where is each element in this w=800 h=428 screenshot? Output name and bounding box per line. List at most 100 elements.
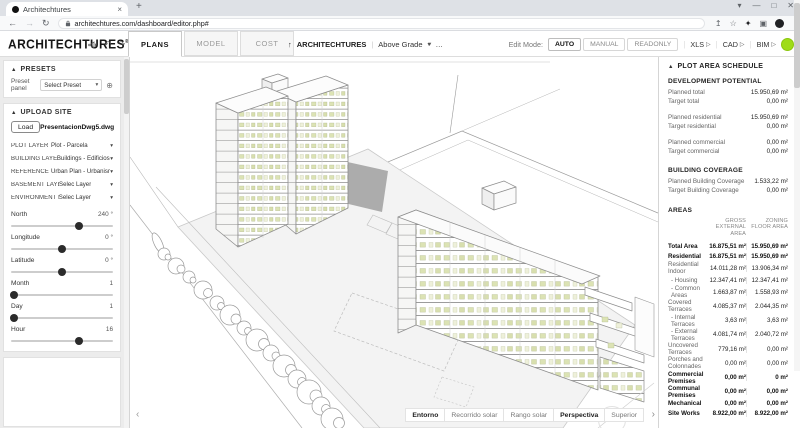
tab-title: Architechtures bbox=[23, 5, 113, 14]
tab-model[interactable]: MODEL bbox=[184, 31, 238, 56]
export-bim-button[interactable]: BIM▷ bbox=[757, 40, 776, 49]
export-icon: ▷ bbox=[771, 41, 776, 48]
tab-cost[interactable]: COST bbox=[240, 31, 294, 56]
view-tab-recorrido-solar[interactable]: Recorrido solar bbox=[444, 408, 504, 422]
slider-latitude: Latitude0 ° bbox=[11, 257, 113, 273]
slider-knob-month[interactable] bbox=[10, 291, 18, 299]
site-3d-drawing bbox=[130, 57, 658, 428]
area-row-communal-premises: Communal Premises0,00 m²0,00 m² bbox=[668, 385, 788, 399]
up-level-icon[interactable]: ↑ bbox=[288, 40, 292, 49]
sidebar-scrollbar-thumb[interactable] bbox=[124, 59, 129, 114]
areas-column-headers: GROSS EXTERNAL AREA ZONING FLOOR AREA bbox=[668, 218, 788, 239]
share-icon[interactable]: ↥ bbox=[715, 19, 722, 28]
slider-knob-day[interactable] bbox=[10, 314, 18, 322]
tab-plans[interactable]: PLANS bbox=[128, 31, 182, 57]
collapse-icon[interactable]: ▲ bbox=[11, 110, 16, 116]
edit-mode-readonly[interactable]: READONLY bbox=[627, 38, 678, 51]
slider-value: 1 bbox=[109, 280, 113, 287]
user-avatar[interactable] bbox=[781, 38, 794, 51]
slider-track-latitude[interactable] bbox=[11, 271, 113, 273]
slider-knob-latitude[interactable] bbox=[58, 268, 66, 276]
area-row-total-area: Total Area16.875,51 m²15.950,69 m² bbox=[668, 241, 788, 251]
slider-track-hour[interactable] bbox=[11, 340, 113, 342]
layer-select-reference-laye[interactable]: Urban Plan - Urbanismo▾ bbox=[51, 168, 113, 175]
load-button[interactable]: Load bbox=[11, 121, 40, 133]
collapse-panel-icon[interactable]: › bbox=[652, 409, 655, 420]
view-tab-superior[interactable]: Superior bbox=[604, 408, 644, 422]
area-row-residential-indoor: Residential Indoor14.011,28 m²13.906,34 … bbox=[668, 261, 788, 275]
collapse-icon[interactable]: ▲ bbox=[668, 64, 673, 70]
slider-track-month[interactable] bbox=[11, 294, 113, 296]
slider-track-day[interactable] bbox=[11, 317, 113, 319]
browser-tab[interactable]: Architechtures × bbox=[6, 2, 128, 16]
preset-actions-icon[interactable]: ⊕ bbox=[106, 81, 113, 90]
window-maximize-icon[interactable]: □ bbox=[771, 1, 776, 10]
view-tab-perspectiva[interactable]: Perspectiva bbox=[553, 408, 605, 422]
panel-scrollbar[interactable] bbox=[794, 0, 800, 371]
browser-profile-avatar[interactable] bbox=[775, 19, 784, 28]
slider-track-longitude[interactable] bbox=[11, 248, 113, 250]
layer-row-reference-laye: REFERENCE LAYEUrban Plan - Urbanismo▾ bbox=[11, 165, 113, 178]
chevron-down-icon[interactable]: ▾ bbox=[428, 40, 431, 48]
slider-knob-longitude[interactable] bbox=[58, 245, 66, 253]
url-bar[interactable]: architechtures.com/dashboard/editor.php# bbox=[58, 18, 705, 29]
area-row-internal-terraces: - Internal Terraces3,63 m²3,63 m² bbox=[668, 314, 788, 328]
bookmark-star-icon[interactable]: ☆ bbox=[730, 19, 737, 28]
building-coverage-rows: Planned Building Coverage1.533,22 m²Targ… bbox=[668, 177, 788, 196]
areas-table: Total Area16.875,51 m²15.950,69 m² Reside… bbox=[668, 241, 788, 418]
panel-header[interactable]: ▲ PLOT AREA SCHEDULE bbox=[668, 63, 788, 70]
favicon bbox=[12, 6, 19, 13]
slider-track-north[interactable] bbox=[11, 225, 113, 227]
sidebar-scrollbar[interactable] bbox=[124, 57, 129, 428]
layer-label: REFERENCE LAYE bbox=[11, 169, 51, 175]
preset-select[interactable]: Select Preset ▾ bbox=[40, 79, 102, 91]
edit-mode-auto[interactable]: AUTO bbox=[548, 38, 581, 51]
edit-mode-manual[interactable]: MANUAL bbox=[583, 38, 625, 51]
lock-icon bbox=[65, 20, 71, 27]
slider-knob-north[interactable] bbox=[75, 222, 83, 230]
announcements-icon[interactable] bbox=[88, 41, 97, 49]
collapse-icon[interactable]: ▲ bbox=[11, 67, 16, 73]
upload-site-header[interactable]: ▲ UPLOAD SITE bbox=[11, 109, 113, 116]
view-tab-entorno[interactable]: Entorno bbox=[405, 408, 445, 422]
redo-icon[interactable]: ↷ bbox=[118, 39, 125, 50]
layer-selects: PLOT LAYERPlot - Parcela▾ BUILDING LAYERB… bbox=[11, 139, 113, 204]
section-title-building-coverage: BUILDING COVERAGE bbox=[668, 167, 788, 174]
chevron-down-icon: ▾ bbox=[110, 169, 113, 175]
ribbon-tabs: PLANSMODELCOST bbox=[128, 31, 294, 57]
export-xls-button[interactable]: XLS▷ bbox=[690, 40, 710, 49]
export-cad-button[interactable]: CAD▷ bbox=[723, 40, 745, 49]
collapse-sidebar-icon[interactable]: ‹ bbox=[136, 409, 139, 420]
reload-icon[interactable]: ↻ bbox=[42, 18, 50, 29]
new-tab-button[interactable]: + bbox=[136, 1, 142, 12]
project-breadcrumb[interactable]: ↑ ARCHITECHTURES | Above Grade ▾ … bbox=[288, 31, 443, 57]
layer-select-plot-layer[interactable]: Plot - Parcela▾ bbox=[51, 142, 113, 149]
panel-scrollbar-thumb[interactable] bbox=[794, 3, 800, 88]
extension-pin-icon[interactable]: ✦ bbox=[745, 19, 752, 28]
back-icon[interactable]: ← bbox=[8, 18, 17, 28]
breadcrumb-ellipsis[interactable]: … bbox=[436, 40, 444, 49]
edit-mode-label: Edit Mode: bbox=[509, 40, 543, 49]
grade-selector[interactable]: Above Grade bbox=[378, 40, 422, 49]
app-header: ARCHITECHTURES® ↶ ↷ PLANSMODELCOST ↑ ARC… bbox=[0, 31, 800, 57]
undo-icon[interactable]: ↶ bbox=[104, 39, 111, 50]
slider-month: Month1 bbox=[11, 280, 113, 296]
tab-close-icon[interactable]: × bbox=[117, 5, 122, 14]
layer-select-basement-layer[interactable]: Selec Layer▾ bbox=[59, 181, 113, 188]
side-panel-icon[interactable]: ▣ bbox=[759, 19, 767, 28]
slider-value: 240 ° bbox=[98, 211, 113, 218]
slider-knob-hour[interactable] bbox=[75, 337, 83, 345]
view-tab-rango-solar[interactable]: Rango solar bbox=[503, 408, 554, 422]
presets-header[interactable]: ▲ PRESETS bbox=[11, 66, 113, 73]
viewport-3d[interactable]: ‹ EntornoRecorrido solarRango solarPersp… bbox=[130, 57, 658, 428]
slider-value: 16 bbox=[106, 326, 113, 333]
layer-label: PLOT LAYER bbox=[11, 143, 48, 149]
tab-search-icon[interactable]: ▾ bbox=[737, 1, 741, 10]
window-close-icon[interactable]: ✕ bbox=[787, 1, 794, 10]
layer-row-building-layer: BUILDING LAYERBuildings - Edificios▾ bbox=[11, 152, 113, 165]
export-icon: ▷ bbox=[740, 41, 745, 48]
layer-select-building-layer[interactable]: Buildings - Edificios▾ bbox=[57, 155, 113, 162]
development-potential-rows: Planned total15.950,69 m²Target total0,0… bbox=[668, 88, 788, 157]
window-minimize-icon[interactable]: — bbox=[752, 1, 760, 10]
layer-select-environment-la[interactable]: Selec Layer▾ bbox=[59, 194, 113, 201]
